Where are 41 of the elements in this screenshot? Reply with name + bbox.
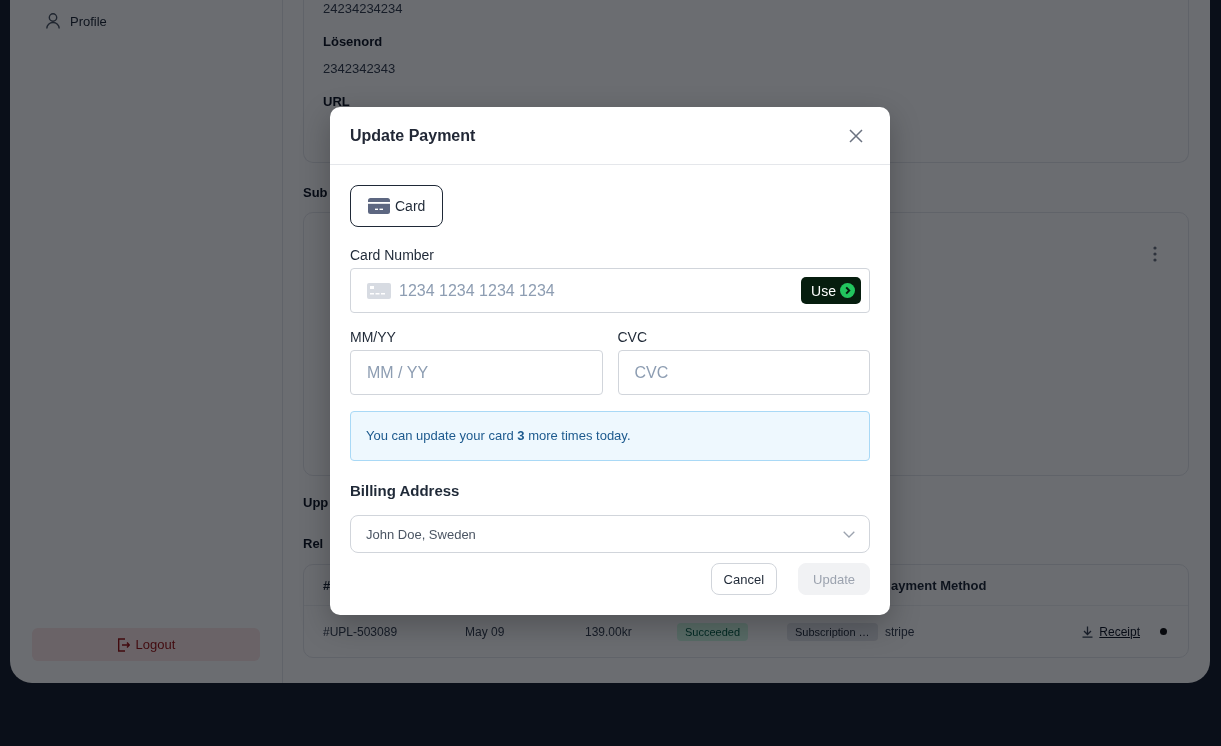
column-header: ayment Method <box>891 577 987 593</box>
close-icon <box>849 128 863 143</box>
table-cell: #UPL-503089 <box>323 624 398 639</box>
table-cell: 139.00kr <box>585 624 632 639</box>
field-label: Lösenord <box>323 33 383 51</box>
expiry-field[interactable]: MM / YY <box>350 350 603 395</box>
receipt-link[interactable]: Receipt <box>1082 624 1140 639</box>
card-icon <box>367 282 391 299</box>
payment-method-tab[interactable]: Card <box>350 185 444 227</box>
field-label: CVC <box>617 328 648 346</box>
field-label: MM/YY <box>350 328 396 346</box>
card-icon <box>368 198 390 214</box>
card-number-field[interactable]: 1234 1234 1234 1234 Use <box>350 268 870 313</box>
person-icon <box>46 13 60 29</box>
info-notice: You can update your card 3 more times today. <box>350 411 870 461</box>
chevron-down-icon <box>843 530 855 538</box>
section-heading: Sub <box>303 184 328 202</box>
type-badge: Subscription … <box>787 622 878 641</box>
section-heading: Billing Address <box>350 482 460 500</box>
cvc-field[interactable]: CVC <box>617 350 870 395</box>
status-badge: Succeeded <box>677 622 749 641</box>
field-value: 2342342343 <box>323 60 396 78</box>
table-cell: May 09 <box>465 624 505 639</box>
field-value: 24234234234 <box>323 0 403 18</box>
use-button[interactable]: Use <box>801 277 861 304</box>
dot-icon <box>1160 628 1167 635</box>
section-heading: Rel <box>303 535 324 553</box>
billing-address-select[interactable]: John Doe, Sweden <box>350 515 870 553</box>
chevron-right-icon <box>840 283 855 298</box>
section-heading: Upp <box>303 494 329 512</box>
cancel-button[interactable]: Cancel <box>710 563 778 595</box>
field-label: URL <box>323 93 350 111</box>
logout-icon <box>116 637 130 652</box>
more-icon[interactable] <box>1153 246 1157 262</box>
table-cell: stripe <box>885 624 915 639</box>
dialog-title: Update Payment <box>350 126 476 145</box>
field-label: Card Number <box>350 246 435 264</box>
download-icon <box>1082 625 1094 638</box>
column-header: # <box>323 577 331 593</box>
sidebar-item[interactable]: Profile <box>70 13 107 29</box>
close-button[interactable] <box>849 128 863 143</box>
